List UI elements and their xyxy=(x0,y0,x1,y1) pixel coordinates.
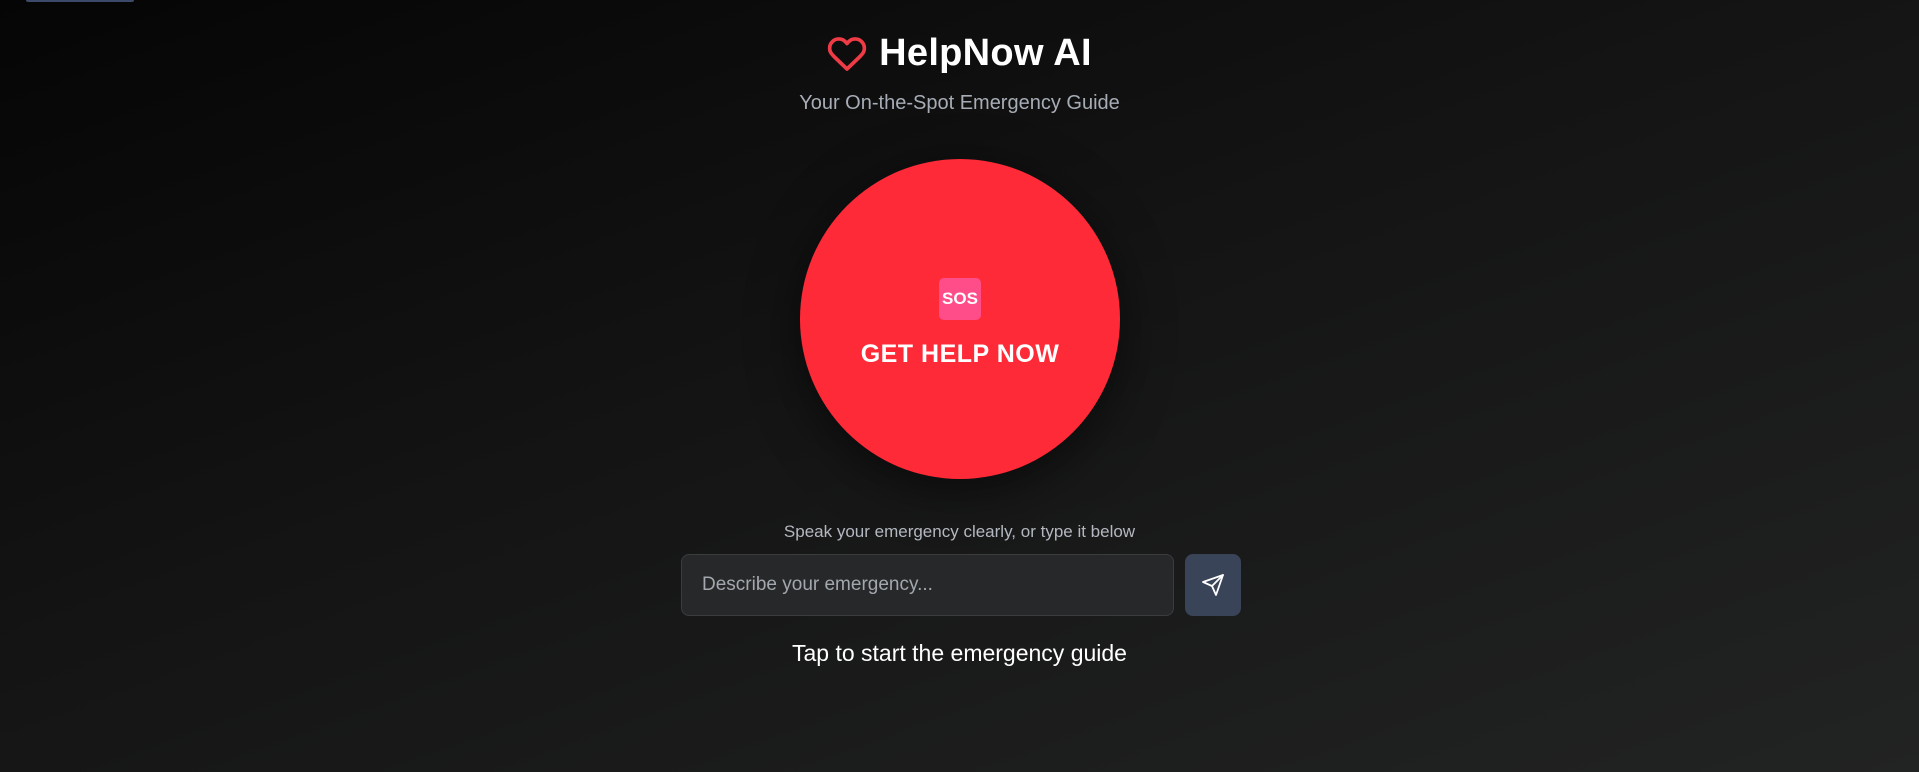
tap-to-start-text: Tap to start the emergency guide xyxy=(792,640,1127,666)
app-title: HelpNow AI xyxy=(879,32,1092,74)
input-hint: Speak your emergency clearly, or type it… xyxy=(783,522,1136,541)
send-button[interactable] xyxy=(1185,554,1241,616)
emergency-description-input[interactable] xyxy=(681,554,1174,616)
send-icon xyxy=(1201,573,1225,597)
get-help-now-button[interactable]: SOS GET HELP NOW xyxy=(800,159,1120,479)
get-help-now-label: GET HELP NOW xyxy=(860,339,1060,368)
sos-icon: SOS xyxy=(939,277,981,320)
app-header: HelpNow AI xyxy=(0,32,1919,75)
app-container: HelpNow AI Your On-the-Spot Emergency Gu… xyxy=(0,0,1919,772)
emergency-input-row xyxy=(681,554,1241,616)
heart-icon xyxy=(827,34,867,74)
app-subtitle: Your On-the-Spot Emergency Guide xyxy=(799,92,1120,114)
